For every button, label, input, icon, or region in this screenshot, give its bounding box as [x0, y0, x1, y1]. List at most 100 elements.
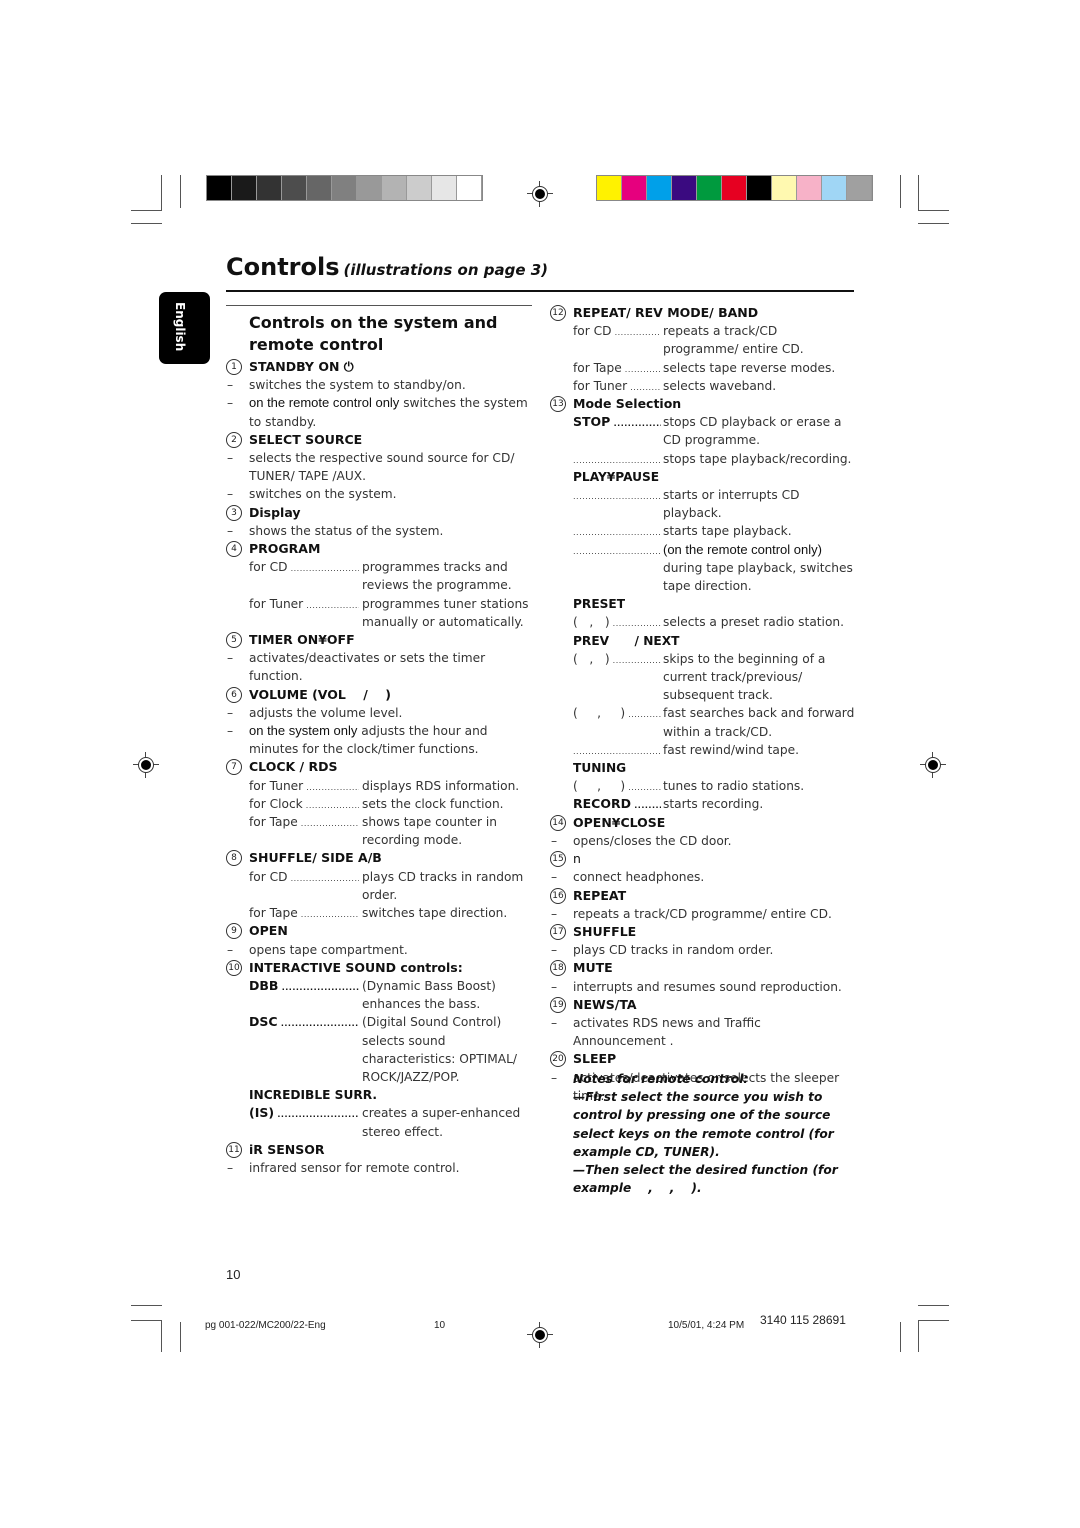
sub-heading: INCREDIBLE SURR. [249, 1088, 377, 1103]
item-description: switches on the system. [226, 485, 532, 503]
sub-heading-tuning: TUNING [573, 761, 627, 776]
registration-mark-icon [527, 181, 553, 207]
mode-row: fast rewind/wind tape. [573, 741, 856, 759]
control-item-shuffle-side: 8 SHUFFLE/ SIDE A/B [226, 849, 532, 867]
control-item-mode-selection: 13 Mode Selection [550, 395, 856, 413]
crop-mark [900, 175, 901, 208]
item-description: adjusts the volume level. [226, 704, 532, 722]
note-item: —Then select the desired function (for e… [573, 1163, 842, 1196]
crop-mark [918, 1320, 919, 1352]
callout-number: 19 [550, 996, 566, 1013]
mode-row: for CDprogrammes tracks and reviews the … [249, 558, 532, 594]
grayscale-calibration-bar [206, 175, 483, 201]
mode-row: for CDplays CD tracks in random order. [249, 868, 532, 904]
sub-heading-play-pause: PLAY¥PAUSE [573, 469, 660, 484]
color-swatch [232, 176, 257, 200]
crop-mark [918, 223, 949, 224]
crop-mark [131, 1305, 162, 1306]
color-swatch [622, 176, 647, 200]
color-swatch [307, 176, 332, 200]
color-swatch [282, 176, 307, 200]
callout-number: 16 [550, 887, 566, 904]
callout-number: 17 [550, 923, 566, 940]
control-item-program: 4 PROGRAM [226, 540, 532, 558]
control-item-open-close: 14 OPEN¥CLOSE [550, 814, 856, 832]
mode-row: for Tapeshows tape counter in recording … [249, 813, 532, 849]
item-description: repeats a track/CD programme/ entire CD. [550, 905, 856, 923]
title-subtitle: (illustrations on page 3) [343, 261, 549, 279]
crop-mark [131, 210, 162, 211]
color-swatch [257, 176, 282, 200]
sub-heading-prev-next: PREV / NEXT [573, 633, 680, 648]
callout-number: 20 [550, 1051, 566, 1068]
mode-row: starts tape playback. [573, 522, 856, 540]
callout-number: 4 [226, 541, 242, 558]
color-swatch [407, 176, 432, 200]
color-swatch [672, 176, 697, 200]
color-swatch [697, 176, 722, 200]
control-item-news-ta: 19 NEWS/TA [550, 996, 856, 1014]
mode-row: ( , )fast searches back and forward with… [573, 704, 856, 740]
crop-mark [131, 1320, 162, 1321]
footer-datetime: 10/5/01, 4:24 PM [668, 1320, 745, 1331]
crop-mark [918, 210, 949, 211]
item-description: selects the respective sound source for … [226, 449, 532, 485]
callout-number: 12 [550, 305, 566, 321]
color-swatch [847, 176, 872, 200]
control-item-repeat-rev-band: 12 REPEAT/ REV MODE/ BAND [550, 304, 856, 322]
color-swatch [797, 176, 822, 200]
sub-heading-preset: PRESET [573, 597, 626, 612]
registration-mark-icon [527, 1322, 553, 1348]
color-swatch [747, 176, 772, 200]
mode-row: ( , )skips to the beginning of a current… [573, 650, 856, 705]
control-item-open: 9 OPEN [226, 922, 532, 940]
registration-mark-icon [133, 752, 159, 778]
item-description: interrupts and resumes sound reproductio… [550, 978, 856, 996]
callout-number: 10 [226, 959, 242, 976]
color-swatch [597, 176, 622, 200]
control-item-volume: 6 VOLUME (VOL / ) [226, 686, 532, 704]
item-description: activates/deactivates or sets the timer … [226, 649, 532, 685]
callout-number: 2 [226, 431, 242, 448]
mode-row: ( , )selects a preset radio station. [573, 613, 856, 631]
color-swatch [332, 176, 357, 200]
color-swatch [382, 176, 407, 200]
mode-row: for Tunerselects waveband. [573, 377, 856, 395]
page-title: Controls (illustrations on page 3) [226, 253, 548, 281]
callout-number: 5 [226, 632, 242, 649]
control-item-repeat: 16 REPEAT [550, 887, 856, 905]
color-swatch [432, 176, 457, 200]
mode-row: for Tunerprogrammes tuner stations manua… [249, 595, 532, 631]
mode-row: STOPstops CD playback or erase a CD prog… [573, 413, 856, 449]
mode-row: stops tape playback/recording. [573, 450, 856, 468]
control-item-timer: 5 TIMER ON¥OFF [226, 631, 532, 649]
control-item-select-source: 2 SELECT SOURCE [226, 431, 532, 449]
control-item-shuffle: 17 SHUFFLE [550, 923, 856, 941]
control-item-headphones: 15 n [550, 850, 856, 868]
mode-row: ( , )tunes to radio stations. [573, 777, 856, 795]
headphones-icon: n [573, 851, 581, 867]
mode-row: for Tapeswitches tape direction. [249, 904, 532, 922]
mode-row: for Tapeselects tape reverse modes. [573, 359, 856, 377]
callout-number: 8 [226, 850, 242, 867]
color-swatch [822, 176, 847, 200]
color-swatch [772, 176, 797, 200]
crop-mark [918, 1305, 949, 1306]
item-description: connect headphones. [550, 868, 856, 886]
control-item-standby: 1 STANDBY ON ⏻ [226, 358, 532, 376]
crop-mark [180, 1322, 181, 1352]
control-item-ir-sensor: 11 iR SENSOR [226, 1141, 532, 1159]
callout-number: 1 [226, 359, 242, 375]
callout-number: 9 [226, 923, 242, 940]
callout-number: 3 [226, 504, 242, 521]
item-description: plays CD tracks in random order. [550, 941, 856, 959]
control-item-mute: 18 MUTE [550, 959, 856, 977]
callout-number: 15 [550, 851, 566, 868]
callout-number: 7 [226, 759, 242, 776]
mode-row: for Tunerdisplays RDS information. [249, 777, 532, 795]
crop-mark [131, 223, 162, 224]
crop-mark [900, 1322, 901, 1352]
language-tab: English [159, 292, 210, 364]
language-label: English [173, 302, 187, 352]
callout-number: 14 [550, 814, 566, 831]
